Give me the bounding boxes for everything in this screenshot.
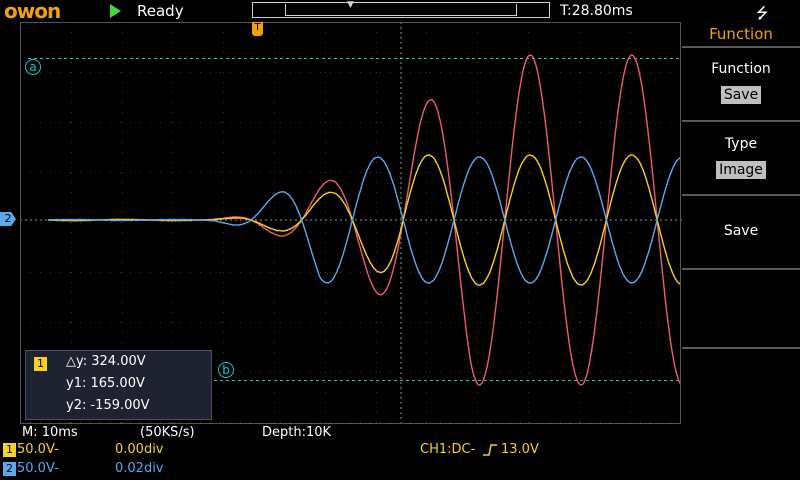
timebase-readout: M: 10ms <box>22 425 78 441</box>
top-status-bar: owon Ready ▼ T:28.80ms ⭍ <box>0 0 800 22</box>
measurement-channel-badge: 1 <box>34 357 47 371</box>
ch2-scale: 50.0V- <box>17 461 59 477</box>
menu-item-empty-5[interactable] <box>682 349 800 425</box>
ch1-badge[interactable]: 1 <box>3 443 16 457</box>
memory-depth-readout: Depth:10K <box>262 425 331 441</box>
trigger-level-readout: 13.0V <box>501 442 539 458</box>
y1-readout: y1: 165.00V <box>66 376 145 391</box>
ch2-offset-marker[interactable]: 2 <box>0 212 16 226</box>
cursor-measurement-panel: 1 △y: 324.00V y1: 165.00V y2: -159.00V <box>25 350 212 420</box>
ch2-badge[interactable]: 2 <box>3 462 16 476</box>
ch2-marker-label: 2 <box>5 212 12 225</box>
menu-item-empty-4[interactable] <box>682 270 800 347</box>
timebase-status-line: M: 10ms (50KS/s) Depth:10K <box>0 425 800 441</box>
ch1-scale: 50.0V- <box>17 442 59 458</box>
brand-logo: owon <box>4 0 60 22</box>
acquisition-status: Ready <box>137 0 184 22</box>
function-menu: Function Function Save Type Image Save <box>682 22 800 425</box>
trigger-time-readout: T:28.80ms <box>560 0 633 22</box>
run-state-icon <box>110 4 121 18</box>
ch2-offset: 0.02div <box>115 461 164 477</box>
cursor-a-tag[interactable]: a <box>25 59 41 75</box>
menu-item-function[interactable]: Function Save <box>682 48 800 120</box>
menu-item-value: Save <box>721 86 761 104</box>
ch1-offset: 0.00div <box>115 442 164 458</box>
trigger-marker-label: T <box>254 22 260 33</box>
rising-edge-icon <box>483 444 497 456</box>
menu-item-value: Image <box>716 161 766 179</box>
menu-title: Function <box>682 22 800 46</box>
sample-rate-readout: (50KS/s) <box>140 425 195 441</box>
delta-y-readout: △y: 324.00V <box>66 354 146 369</box>
menu-item-label: Type <box>682 136 800 152</box>
trigger-source-readout: CH1:DC- <box>420 442 475 458</box>
channel-status-bar: 1 50.0V- 0.00div 2 50.0V- 0.02div CH1:DC… <box>0 441 800 480</box>
trigger-marker-icon[interactable]: T <box>252 22 263 36</box>
menu-item-save[interactable]: Save <box>682 196 800 268</box>
trigger-position-marker: ▼ <box>347 0 354 10</box>
menu-item-label: Function <box>682 61 800 77</box>
cursor-b-tag[interactable]: b <box>218 362 234 378</box>
y2-readout: y2: -159.00V <box>66 398 150 413</box>
menu-item-type[interactable]: Type Image <box>682 122 800 194</box>
memory-view-window <box>285 4 517 16</box>
menu-item-label: Save <box>682 223 800 239</box>
